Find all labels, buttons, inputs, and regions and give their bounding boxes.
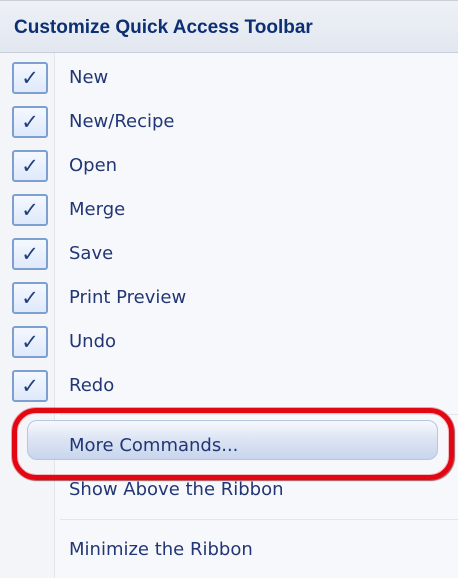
menu-item-save[interactable]: ✓ Save: [0, 232, 458, 276]
check-icon: ✓: [12, 282, 48, 314]
menu-item-label: New: [69, 67, 109, 88]
check-icon: ✓: [12, 106, 48, 138]
menu-item-new-recipe[interactable]: ✓ New/Recipe: [0, 100, 458, 144]
show-above-ribbon-option[interactable]: Show Above the Ribbon: [69, 479, 284, 500]
check-icon: ✓: [12, 370, 48, 402]
menu-item-label: Undo: [69, 331, 117, 352]
check-icon: ✓: [12, 326, 48, 358]
menu-item-label: Save: [69, 243, 114, 264]
check-icon: ✓: [12, 194, 48, 226]
check-icon: ✓: [12, 62, 48, 94]
menu-divider: [60, 414, 458, 415]
menu-title: Customize Quick Access Toolbar: [14, 17, 313, 38]
menu-item-label: Open: [69, 155, 118, 176]
quick-access-toolbar-menu: Customize Quick Access Toolbar ✓ New ✓ N…: [0, 0, 458, 578]
menu-item-undo[interactable]: ✓ Undo: [0, 320, 458, 364]
menu-divider: [60, 519, 458, 520]
more-commands-option[interactable]: More Commands...: [69, 435, 238, 456]
check-icon: ✓: [12, 238, 48, 270]
menu-item-print-preview[interactable]: ✓ Print Preview: [0, 276, 458, 320]
menu-header: Customize Quick Access Toolbar: [0, 1, 458, 53]
menu-item-merge[interactable]: ✓ Merge: [0, 188, 458, 232]
menu-item-label: Merge: [69, 199, 126, 220]
menu-item-label: Print Preview: [69, 287, 187, 308]
minimize-ribbon-option[interactable]: Minimize the Ribbon: [69, 539, 253, 560]
menu-item-open[interactable]: ✓ Open: [0, 144, 458, 188]
menu-item-redo[interactable]: ✓ Redo: [0, 364, 458, 408]
check-icon: ✓: [12, 150, 48, 182]
menu-item-new[interactable]: ✓ New: [0, 56, 458, 100]
menu-item-label: New/Recipe: [69, 111, 175, 132]
menu-item-label: Redo: [69, 375, 115, 396]
